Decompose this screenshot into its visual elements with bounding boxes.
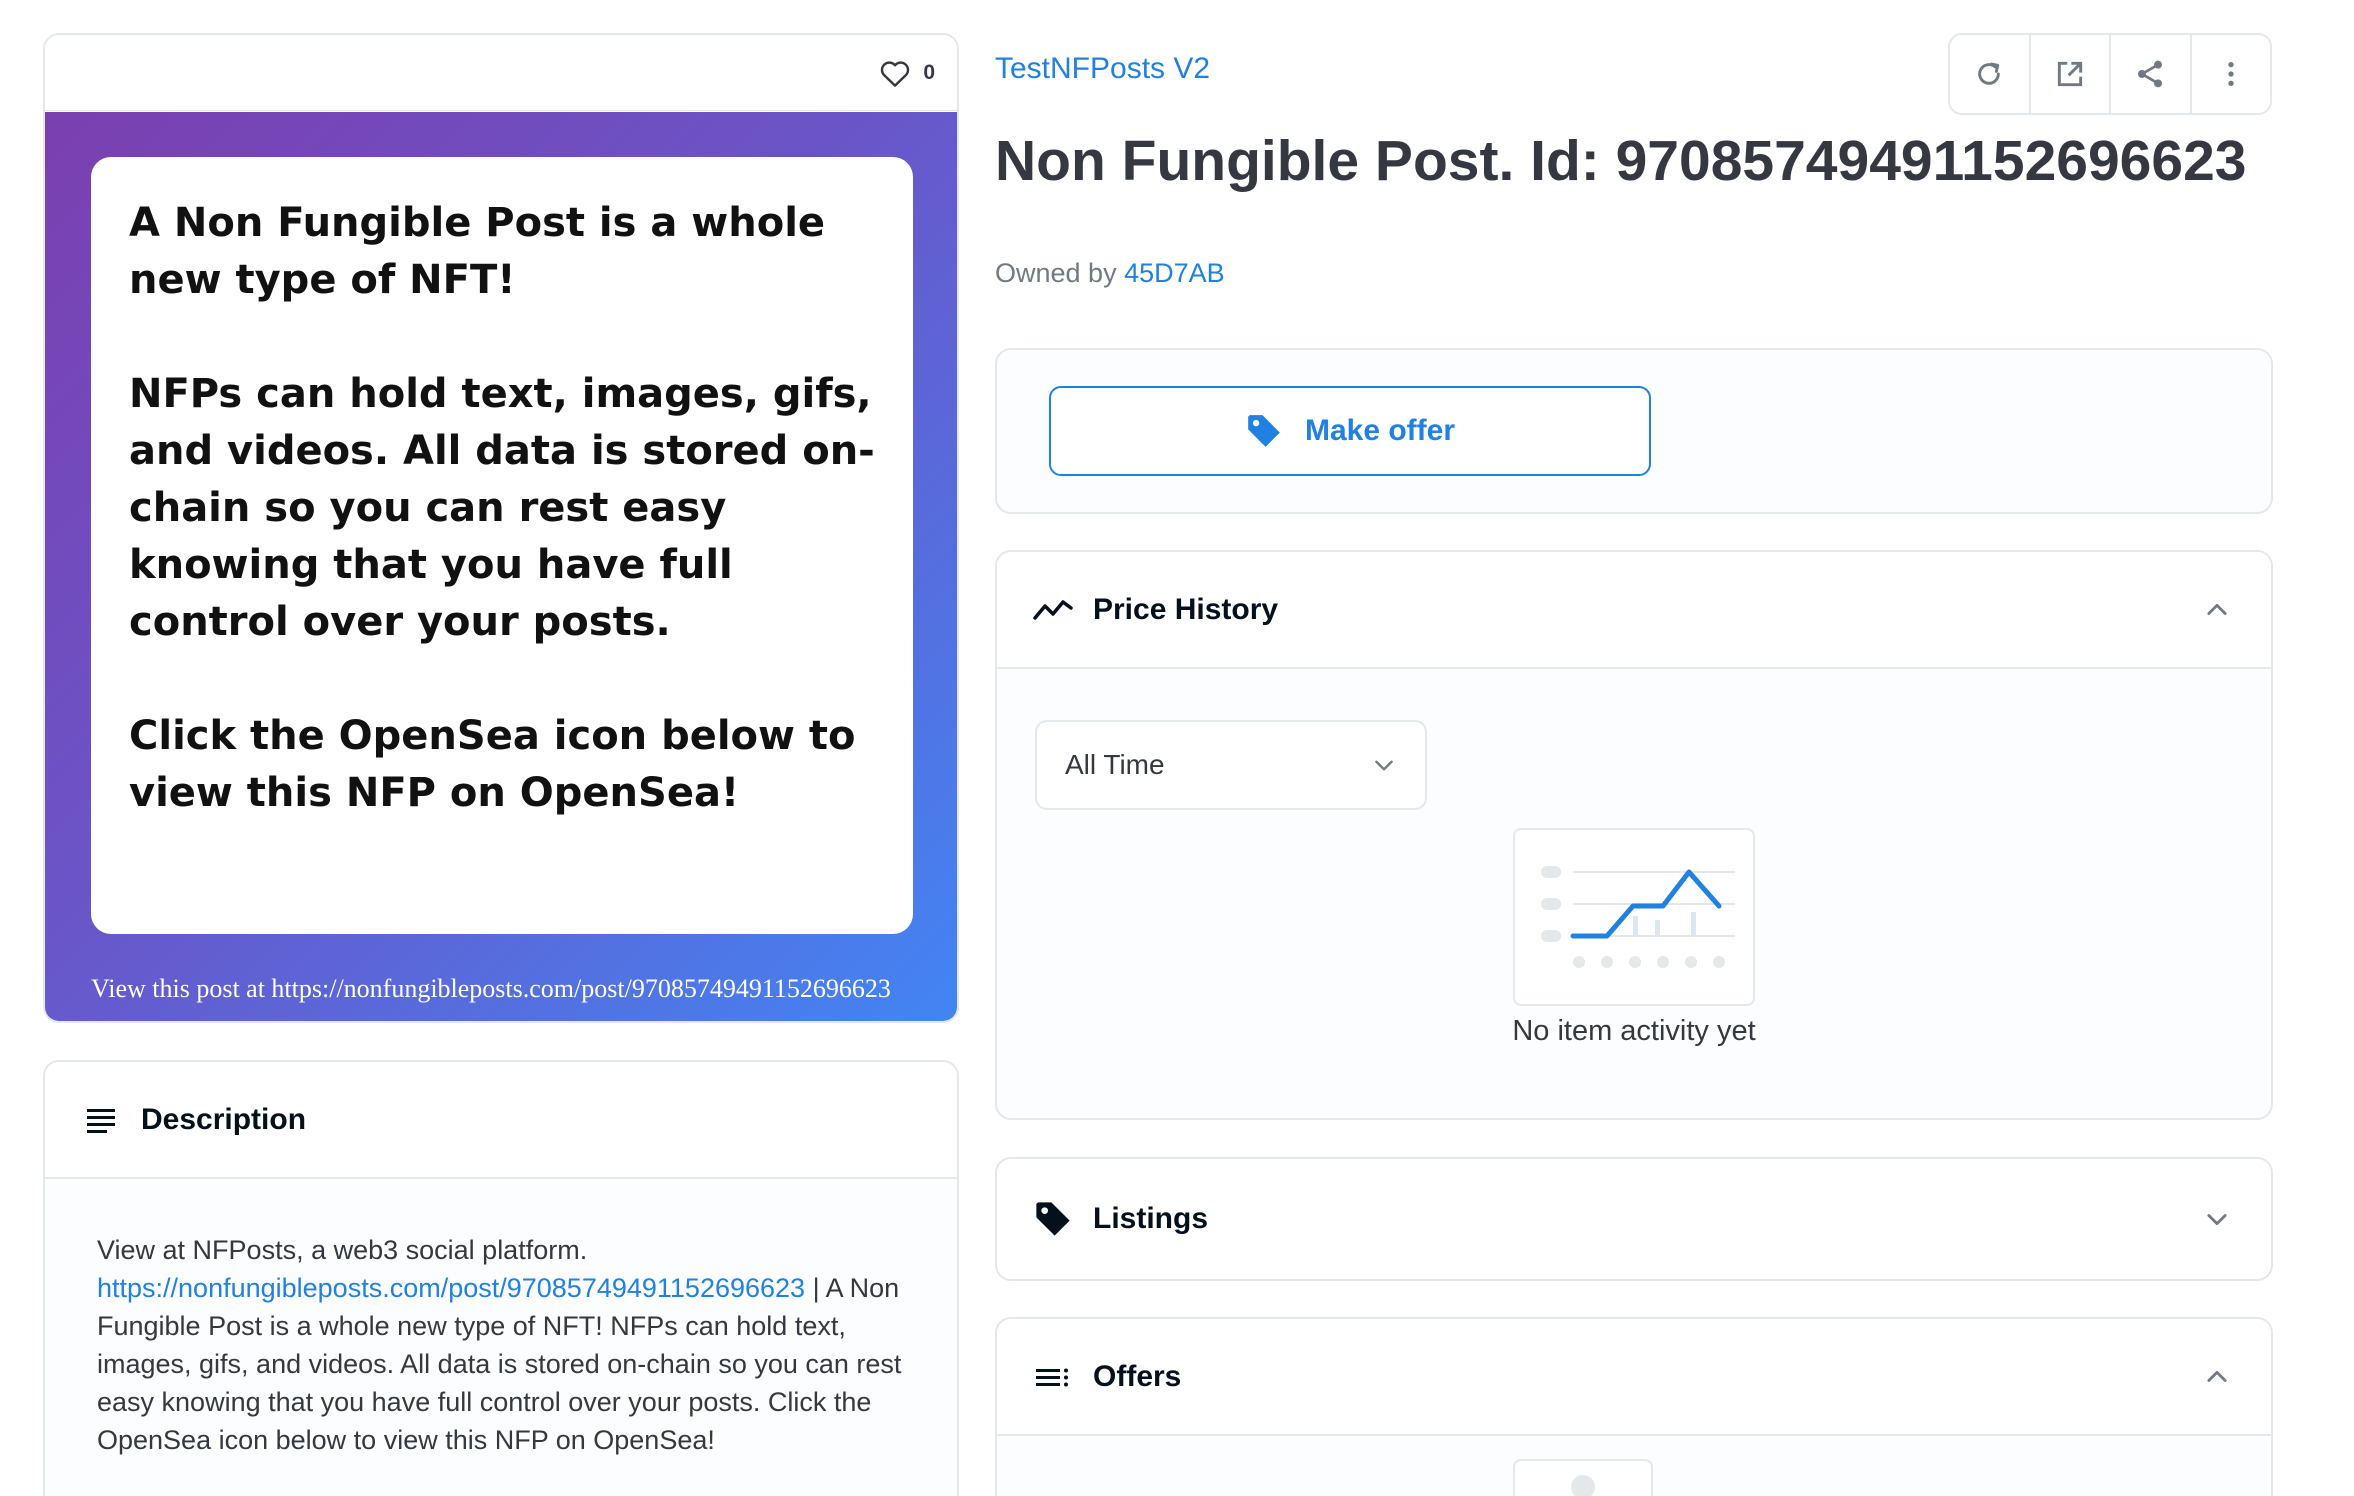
price-history-panel: Price History All Time No item activity … xyxy=(995,550,2273,1120)
refresh-button[interactable] xyxy=(1950,35,2031,113)
chevron-down-icon[interactable] xyxy=(2203,1205,2231,1233)
trending-icon xyxy=(1033,596,1073,624)
description-header[interactable]: Description xyxy=(45,1062,957,1179)
open-external-button[interactable] xyxy=(2030,35,2111,113)
description-panel: Description View at NFPosts, a web3 soci… xyxy=(43,1060,959,1496)
share-icon xyxy=(2134,58,2166,90)
listings-header[interactable]: Listings xyxy=(997,1159,2271,1279)
owner-link[interactable]: 45D7AB xyxy=(1124,258,1225,288)
empty-chart-illustration xyxy=(1513,828,1755,1006)
post-paragraph: NFPs can hold text, images, gifs, and vi… xyxy=(129,371,875,645)
description-body: View at NFPosts, a web3 social platform.… xyxy=(45,1179,957,1496)
make-offer-button[interactable]: Make offer xyxy=(1049,386,1651,476)
nft-item-page: 0 A Non Fungible Post is a whole new typ… xyxy=(0,0,2354,1496)
chevron-up-icon[interactable] xyxy=(2203,1363,2231,1391)
owned-by-label: Owned by xyxy=(995,258,1125,288)
heart-icon[interactable] xyxy=(879,58,911,88)
offers-panel: Offers xyxy=(995,1317,2273,1496)
empty-activity-text: No item activity yet xyxy=(1512,1015,1756,1047)
tag-icon xyxy=(1245,412,1283,450)
more-icon xyxy=(2215,58,2247,90)
favorites-count: 0 xyxy=(923,60,935,84)
collection-link[interactable]: TestNFPosts V2 xyxy=(995,52,1210,86)
description-intro: View at NFPosts, a web3 social platform. xyxy=(97,1235,588,1265)
item-title: Non Fungible Post. Id: 97085749491152696… xyxy=(995,129,2247,193)
tag-icon xyxy=(1033,1199,1073,1239)
media-header: 0 xyxy=(45,35,957,111)
item-actions xyxy=(1948,33,2272,115)
time-range-value: All Time xyxy=(1065,749,1165,780)
listings-title: Listings xyxy=(1093,1202,1209,1235)
post-content: A Non Fungible Post is a whole new type … xyxy=(91,157,913,934)
chevron-down-icon xyxy=(1371,752,1397,778)
chevron-up-icon[interactable] xyxy=(2203,596,2231,624)
empty-offers-illustration xyxy=(1513,1459,1653,1496)
share-button[interactable] xyxy=(2111,35,2192,113)
owner-line: Owned by 45D7AB xyxy=(995,258,1225,289)
offers-title: Offers xyxy=(1093,1359,1182,1393)
description-title: Description xyxy=(141,1102,307,1136)
post-footer-text: View this post at https://nonfungiblepos… xyxy=(91,974,891,1003)
time-range-select[interactable]: All Time xyxy=(1035,720,1427,810)
listings-panel: Listings xyxy=(995,1157,2273,1281)
artwork[interactable]: A Non Fungible Post is a whole new type … xyxy=(45,112,957,1021)
external-link-icon xyxy=(2054,58,2086,90)
price-history-header[interactable]: Price History xyxy=(997,552,2271,669)
post-link[interactable]: https://nonfungibleposts.com/post/970857… xyxy=(97,1273,805,1303)
more-button[interactable] xyxy=(2191,35,2270,113)
description-icon xyxy=(85,1106,119,1134)
trade-panel: Make offer xyxy=(995,348,2273,514)
post-paragraph: Click the OpenSea icon below to view thi… xyxy=(129,713,856,816)
make-offer-label: Make offer xyxy=(1304,414,1456,447)
refresh-icon xyxy=(1973,58,2005,90)
post-paragraph: A Non Fungible Post is a whole new type … xyxy=(129,200,826,303)
price-history-title: Price History xyxy=(1093,592,1279,626)
offers-header[interactable]: Offers xyxy=(997,1319,2271,1436)
media-card: 0 A Non Fungible Post is a whole new typ… xyxy=(43,33,959,1023)
list-icon xyxy=(1033,1363,1073,1391)
